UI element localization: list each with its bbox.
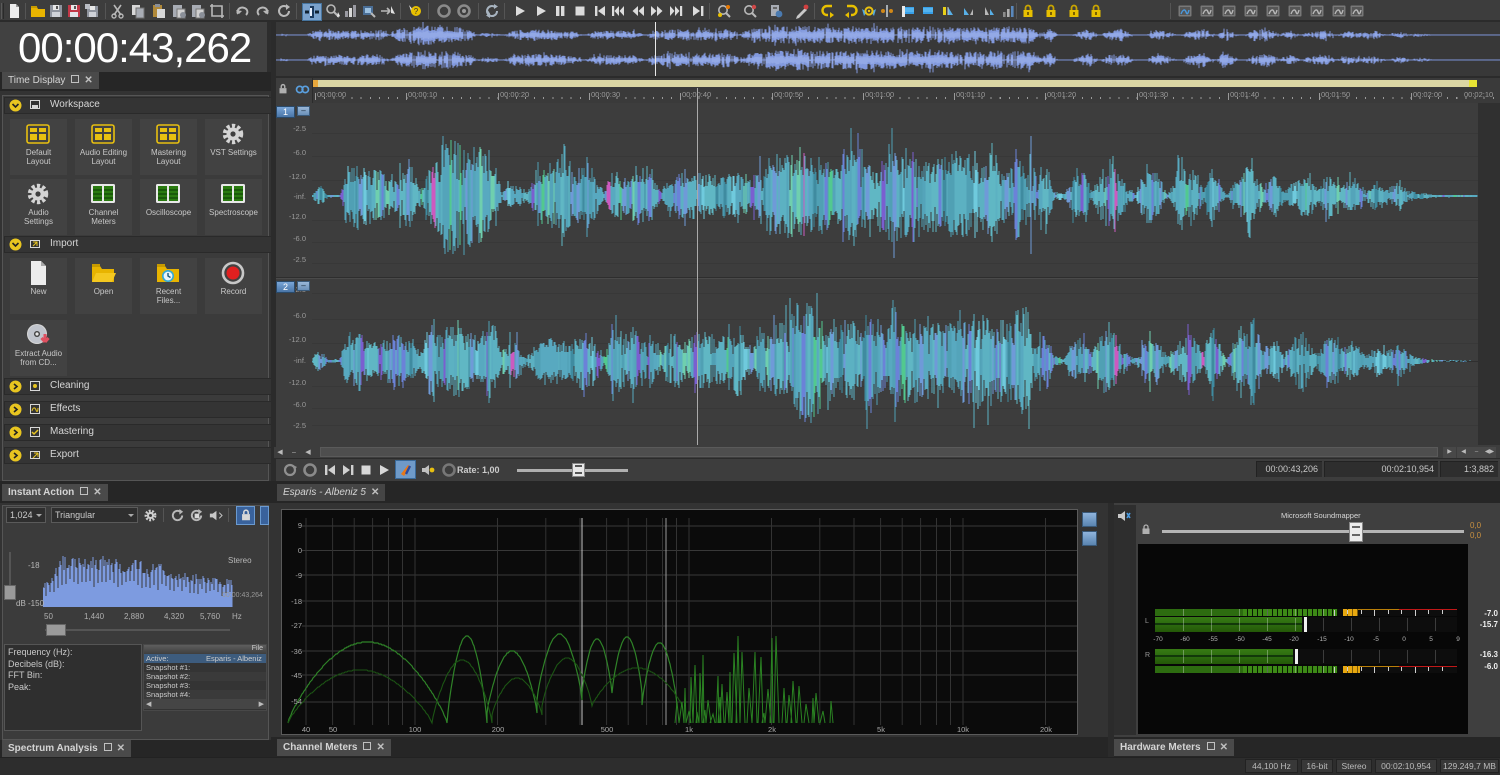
svg-text:0: 0 xyxy=(298,546,302,555)
svg-text:500: 500 xyxy=(601,725,614,734)
svg-text:200: 200 xyxy=(492,725,505,734)
svg-text:-18: -18 xyxy=(291,597,302,606)
svg-text:5k: 5k xyxy=(877,725,885,734)
svg-text:50: 50 xyxy=(329,725,337,734)
svg-text:40: 40 xyxy=(302,725,310,734)
svg-text:-54: -54 xyxy=(291,697,302,706)
svg-text:-36: -36 xyxy=(291,647,302,656)
svg-text:10k: 10k xyxy=(957,725,969,734)
svg-text:9: 9 xyxy=(298,521,302,530)
svg-text:-27: -27 xyxy=(291,621,302,630)
svg-text:-45: -45 xyxy=(291,671,302,680)
svg-text:1k: 1k xyxy=(685,725,693,734)
svg-text:100: 100 xyxy=(409,725,422,734)
svg-text:20k: 20k xyxy=(1040,725,1052,734)
svg-text:-9: -9 xyxy=(295,571,302,580)
svg-text:?: ? xyxy=(414,7,419,16)
svg-text:2k: 2k xyxy=(768,725,776,734)
